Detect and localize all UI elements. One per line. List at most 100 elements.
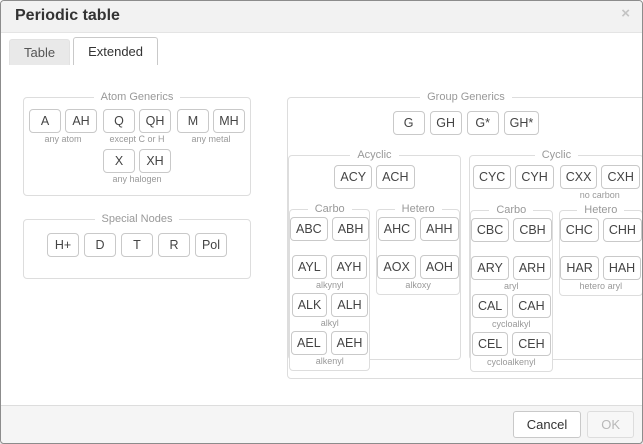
button-aox[interactable]: AOX [377,255,415,279]
pair-group: CEL CEH cycloalkenyl [471,332,552,368]
carbo-legend: Carbo [308,203,352,215]
button-ceh[interactable]: CEH [512,332,550,356]
pair-group: AOX AOH alkoxy [377,255,459,291]
button-mh[interactable]: MH [213,109,245,133]
button-alk[interactable]: ALK [292,293,328,317]
pair-label: any metal [177,134,245,145]
atom-generics-row2: X XH any halogen [24,149,250,185]
button-ahc[interactable]: AHC [378,217,416,241]
pair-group-any-atom: A AH any atom [29,109,97,145]
button-chc[interactable]: CHC [560,218,599,242]
dialog-footer: Cancel OK [1,405,642,443]
pair-label: alkenyl [290,356,369,367]
button-cyh[interactable]: CYH [515,165,553,189]
special-nodes-row: H+ D T R Pol [24,233,250,257]
carbo-legend: Carbo [489,204,533,216]
acyclic-carbo-fieldset: Carbo ABC ABH AYL AYH [289,203,370,371]
pair-group: CBC CBH [471,218,552,254]
button-gh[interactable]: GH [430,111,462,135]
pair-group: CHC CHH [560,218,642,254]
button-qh[interactable]: QH [139,109,171,133]
button-alh[interactable]: ALH [331,293,367,317]
tab-table[interactable]: Table [9,39,70,65]
pair-group: HAR HAH hetero aryl [560,256,642,292]
button-cel[interactable]: CEL [472,332,508,356]
close-icon[interactable]: × [621,6,630,21]
button-r[interactable]: R [158,233,190,257]
button-aeh[interactable]: AEH [331,331,369,355]
button-ach[interactable]: ACH [376,165,414,189]
pair-label: alkoxy [377,280,459,291]
button-chh[interactable]: CHH [603,218,642,242]
button-q[interactable]: Q [103,109,135,133]
acyclic-row: ACY ACH [289,165,460,189]
cyclic-fieldset: Cyclic CYC CYH CXX CXH no [469,149,643,360]
button-g-star[interactable]: G* [467,111,499,135]
ok-button[interactable]: OK [587,411,634,438]
button-hah[interactable]: HAH [603,256,641,280]
periodic-table-dialog: Periodic table × Table Extended Atom Gen… [0,0,643,444]
button-m[interactable]: M [177,109,209,133]
tab-extended[interactable]: Extended [73,37,158,65]
pair-group: AEL AEH alkenyl [290,331,369,367]
pair-label [473,190,554,201]
button-d[interactable]: D [84,233,116,257]
pair-group-any-halogen: X XH any halogen [103,149,171,185]
pair-label: any atom [29,134,97,145]
group-generics-fieldset: Group Generics G GH G* GH* Acyclic ACY A… [287,91,643,379]
atom-generics-fieldset: Atom Generics A AH any atom Q QH except … [23,91,251,196]
tab-bar: Table Extended [9,37,158,65]
cancel-button[interactable]: Cancel [513,411,581,438]
button-cbh[interactable]: CBH [513,218,551,242]
dialog-titlebar: Periodic table × [1,1,642,33]
dialog-title: Periodic table [15,7,120,25]
button-a[interactable]: A [29,109,61,133]
button-gh-star[interactable]: GH* [504,111,540,135]
pair-group-any-metal: M MH any metal [177,109,245,145]
acyclic-legend: Acyclic [350,149,398,161]
button-pol[interactable]: Pol [195,233,227,257]
acyclic-columns: Carbo ABC ABH AYL AYH [289,203,460,371]
button-cal[interactable]: CAL [472,294,508,318]
pair-label: hetero aryl [560,281,642,292]
atom-generics-row1: A AH any atom Q QH except C or H M MH an… [24,109,250,145]
button-cxh[interactable]: CXH [601,165,639,189]
button-cbc[interactable]: CBC [471,218,509,242]
pair-label: aryl [471,281,552,292]
pair-group: AYL AYH alkynyl [290,255,369,291]
button-aoh[interactable]: AOH [420,255,459,279]
hetero-legend: Hetero [395,203,442,215]
pair-group: AHC AHH [377,217,459,253]
pair-label: no carbon [560,190,640,201]
acyclic-fieldset: Acyclic ACY ACH Carbo ABC ABH [288,149,461,360]
button-ayh[interactable]: AYH [331,255,368,279]
button-abc[interactable]: ABC [290,217,328,241]
button-arh[interactable]: ARH [513,256,551,280]
button-ah[interactable]: AH [65,109,97,133]
button-acy[interactable]: ACY [334,165,372,189]
button-xh[interactable]: XH [139,149,171,173]
button-x[interactable]: X [103,149,135,173]
button-h-plus[interactable]: H+ [47,233,79,257]
button-ayl[interactable]: AYL [292,255,327,279]
group-generics-legend: Group Generics [420,91,512,103]
button-ahh[interactable]: AHH [420,217,458,241]
button-cyc[interactable]: CYC [473,165,511,189]
pair-label [377,242,459,253]
group-generics-row: G GH G* GH* [288,111,643,135]
acyclic-hetero-fieldset: Hetero AHC AHH AOX AOH [376,203,460,295]
pair-label: cycloalkyl [471,319,552,330]
button-cah[interactable]: CAH [512,294,550,318]
button-t[interactable]: T [121,233,153,257]
special-nodes-fieldset: Special Nodes H+ D T R Pol [23,213,251,279]
button-ael[interactable]: AEL [291,331,327,355]
button-abh[interactable]: ABH [332,217,370,241]
pair-group: ALK ALH alkyl [290,293,369,329]
button-har[interactable]: HAR [560,256,598,280]
button-g[interactable]: G [393,111,425,135]
pair-group: ARY ARH aryl [471,256,552,292]
pair-group: CYC CYH [473,165,554,201]
button-ary[interactable]: ARY [471,256,508,280]
button-cxx[interactable]: CXX [560,165,598,189]
special-nodes-legend: Special Nodes [95,213,180,225]
